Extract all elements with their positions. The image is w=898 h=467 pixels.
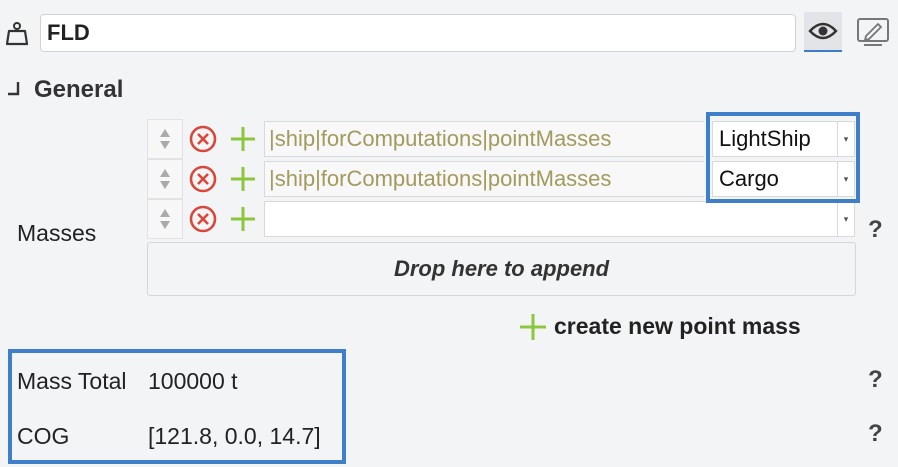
add-icon[interactable] (518, 312, 548, 342)
selection-highlight (706, 112, 860, 203)
weight-icon (6, 22, 28, 46)
section-title: General (34, 76, 124, 103)
reorder-icon (160, 169, 170, 189)
reorder-handle[interactable] (147, 199, 183, 239)
mass-select[interactable]: ▾ (264, 201, 855, 237)
drop-zone-label: Drop here to append (393, 256, 610, 281)
collapse-marker-icon[interactable] (8, 82, 20, 96)
reorder-handle[interactable] (147, 159, 183, 199)
view-toggle-button[interactable] (804, 12, 842, 52)
masses-help-icon[interactable]: ? (868, 216, 883, 244)
list-item: ▾ (147, 199, 855, 239)
mass-total-help-icon[interactable]: ? (868, 366, 883, 394)
reorder-handle[interactable] (147, 119, 183, 159)
cog-help-icon[interactable]: ? (868, 420, 883, 448)
reorder-icon (160, 129, 170, 149)
add-icon[interactable] (229, 205, 257, 233)
mass-path-text: |ship|forComputations|pointMasses (264, 161, 704, 197)
remove-icon[interactable] (189, 165, 217, 193)
create-point-mass-button[interactable]: create new point mass (554, 313, 801, 340)
add-icon[interactable] (229, 165, 257, 193)
name-input[interactable] (40, 14, 796, 52)
properties-highlight (8, 349, 346, 464)
chevron-down-icon[interactable]: ▾ (837, 202, 854, 236)
reorder-icon (160, 209, 170, 229)
edit-icon[interactable] (856, 16, 890, 48)
eye-icon (808, 22, 838, 40)
remove-icon[interactable] (189, 205, 217, 233)
mass-path-text: |ship|forComputations|pointMasses (264, 121, 704, 157)
remove-icon[interactable] (189, 125, 217, 153)
add-icon[interactable] (229, 125, 257, 153)
drop-zone[interactable]: Drop here to append (147, 242, 856, 296)
masses-label: Masses (17, 220, 97, 246)
